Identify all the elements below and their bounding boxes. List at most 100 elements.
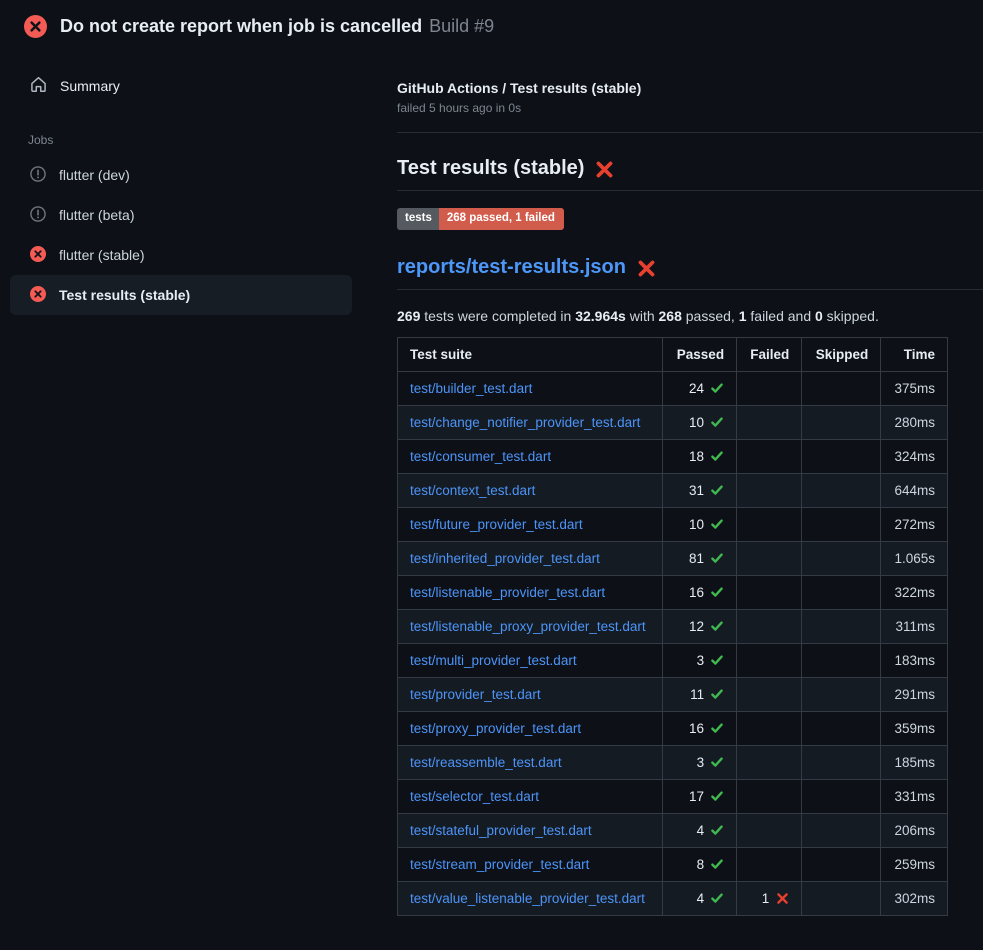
- time-cell: 185ms: [881, 745, 948, 779]
- passed-value: 10: [689, 517, 704, 532]
- suite-cell: test/listenable_proxy_provider_test.dart: [398, 609, 663, 643]
- suite-link[interactable]: test/inherited_provider_test.dart: [410, 551, 600, 566]
- failed-cell: [737, 609, 802, 643]
- passed-cell: 3: [663, 745, 737, 779]
- summary-text-part: skipped.: [823, 308, 879, 324]
- sidebar-item-flutter-beta[interactable]: flutter (beta): [10, 195, 352, 235]
- sidebar-item-flutter-dev[interactable]: flutter (dev): [10, 155, 352, 195]
- job-label: Test results (stable): [59, 287, 190, 303]
- badge-value: 268 passed, 1 failed: [439, 208, 564, 230]
- suite-cell: test/selector_test.dart: [398, 779, 663, 813]
- passed-cell: 8: [663, 847, 737, 881]
- passed-cell: 16: [663, 575, 737, 609]
- suite-link[interactable]: test/stream_provider_test.dart: [410, 857, 589, 872]
- time-value: 1.065s: [894, 551, 935, 566]
- passed-cell: 31: [663, 473, 737, 507]
- time-cell: 206ms: [881, 813, 948, 847]
- time-cell: 280ms: [881, 405, 948, 439]
- table-row: test/stateful_provider_test.dart 4 206ms: [398, 813, 948, 847]
- column-header-passed: Passed: [663, 337, 737, 371]
- passed-value: 4: [697, 823, 705, 838]
- table-row: test/selector_test.dart 17 331ms: [398, 779, 948, 813]
- suite-cell: test/value_listenable_provider_test.dart: [398, 881, 663, 915]
- suite-link[interactable]: test/reassemble_test.dart: [410, 755, 562, 770]
- column-header-time: Time: [881, 337, 948, 371]
- passed-value: 18: [689, 449, 704, 464]
- time-value: 375ms: [894, 381, 935, 396]
- suite-link[interactable]: test/change_notifier_provider_test.dart: [410, 415, 640, 430]
- divider: [397, 132, 983, 133]
- suite-link[interactable]: test/stateful_provider_test.dart: [410, 823, 592, 838]
- passed-cell: 17: [663, 779, 737, 813]
- suite-cell: test/context_test.dart: [398, 473, 663, 507]
- table-row: test/proxy_provider_test.dart 16 359ms: [398, 711, 948, 745]
- time-value: 644ms: [894, 483, 935, 498]
- report-title-link[interactable]: reports/test-results.json: [397, 256, 626, 279]
- passed-cell: 10: [663, 507, 737, 541]
- time-value: 324ms: [894, 449, 935, 464]
- suite-link[interactable]: test/context_test.dart: [410, 483, 535, 498]
- suite-link[interactable]: test/future_provider_test.dart: [410, 517, 583, 532]
- check-icon: [710, 789, 724, 803]
- failed-count: 1: [739, 308, 747, 324]
- suite-cell: test/stream_provider_test.dart: [398, 847, 663, 881]
- suite-link[interactable]: test/proxy_provider_test.dart: [410, 721, 581, 736]
- suite-link[interactable]: test/selector_test.dart: [410, 789, 539, 804]
- time-value: 291ms: [894, 687, 935, 702]
- skipped-cell: [802, 813, 881, 847]
- suite-link[interactable]: test/listenable_provider_test.dart: [410, 585, 605, 600]
- suite-link[interactable]: test/listenable_proxy_provider_test.dart: [410, 619, 646, 634]
- time-cell: 311ms: [881, 609, 948, 643]
- time-value: 322ms: [894, 585, 935, 600]
- check-icon: [710, 721, 724, 735]
- time-cell: 644ms: [881, 473, 948, 507]
- skipped-cell: [802, 881, 881, 915]
- suite-cell: test/inherited_provider_test.dart: [398, 541, 663, 575]
- failed-cell: [737, 575, 802, 609]
- summary-sentence: 269 tests were completed in 32.964s with…: [397, 308, 983, 324]
- time-cell: 259ms: [881, 847, 948, 881]
- suite-link[interactable]: test/provider_test.dart: [410, 687, 541, 702]
- sidebar-item-flutter-stable[interactable]: flutter (stable): [10, 235, 352, 275]
- x-circle-icon: [30, 246, 46, 265]
- check-icon: [710, 653, 724, 667]
- failed-cell: [737, 541, 802, 575]
- time-value: 280ms: [894, 415, 935, 430]
- passed-cell: 3: [663, 643, 737, 677]
- passed-cell: 4: [663, 813, 737, 847]
- summary-label: Summary: [60, 78, 120, 94]
- passed-value: 17: [689, 789, 704, 804]
- badge-label: tests: [397, 208, 439, 230]
- failed-cell: [737, 847, 802, 881]
- passed-value: 16: [689, 721, 704, 736]
- job-label: flutter (stable): [59, 247, 145, 263]
- failed-cell: [737, 745, 802, 779]
- column-header-skipped: Skipped: [802, 337, 881, 371]
- passed-cell: 18: [663, 439, 737, 473]
- passed-value: 12: [689, 619, 704, 634]
- suite-link[interactable]: test/value_listenable_provider_test.dart: [410, 891, 645, 906]
- time-value: 259ms: [894, 857, 935, 872]
- suite-link[interactable]: test/consumer_test.dart: [410, 449, 551, 464]
- failed-cell: [737, 643, 802, 677]
- neutral-status-icon: [30, 166, 46, 185]
- passed-cell: 12: [663, 609, 737, 643]
- check-icon: [710, 415, 724, 429]
- time-cell: 1.065s: [881, 541, 948, 575]
- total-count: 269: [397, 308, 420, 324]
- failed-cell: [737, 677, 802, 711]
- summary-text-part: with: [626, 308, 659, 324]
- time-value: 331ms: [894, 789, 935, 804]
- sidebar-item-summary[interactable]: Summary: [0, 68, 362, 104]
- suite-link[interactable]: test/builder_test.dart: [410, 381, 532, 396]
- check-icon: [710, 517, 724, 531]
- failed-cell: [737, 371, 802, 405]
- sidebar-item-test-results-stable[interactable]: Test results (stable): [10, 275, 352, 315]
- summary-text-part: tests were completed in: [420, 308, 575, 324]
- skipped-cell: [802, 439, 881, 473]
- summary-text-part: failed and: [747, 308, 816, 324]
- table-body: test/builder_test.dart 24 375ms test/cha…: [398, 371, 948, 915]
- suite-link[interactable]: test/multi_provider_test.dart: [410, 653, 577, 668]
- skipped-cell: [802, 575, 881, 609]
- check-icon: [710, 449, 724, 463]
